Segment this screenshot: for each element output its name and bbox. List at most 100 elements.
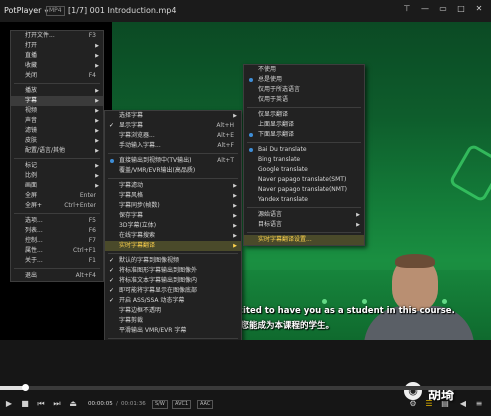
main-menu-item[interactable]: 控制... F7 xyxy=(11,236,103,246)
subtitle-menu-item[interactable]: ✓ 默认的字幕到图像视频 xyxy=(105,256,241,266)
main-menu-item[interactable]: 滤镜 ▶ xyxy=(11,126,103,136)
seek-handle[interactable] xyxy=(21,384,29,391)
subtitle-menu-item[interactable]: ✓ 显示字幕 Alt+H xyxy=(105,121,241,131)
subtitle-menu-item[interactable]: 覆盖/VMR/EVR输出(高品质) xyxy=(105,166,241,176)
translate-menu-item[interactable]: 实时字幕翻译设置... xyxy=(244,235,364,245)
translate-menu-item[interactable]: 上面显示翻译 xyxy=(244,120,364,130)
subtitle-menu-item[interactable]: ✓ 将标准文本字幕输出到图像内 xyxy=(105,276,241,286)
translate-menu-item-label: 总是使用 xyxy=(258,76,283,83)
translate-menu-item[interactable]: 仅用于所选语言 xyxy=(244,85,364,95)
main-menu-item[interactable]: 退出 Alt+F4 xyxy=(11,271,103,281)
main-menu-item[interactable]: 关闭 F4 xyxy=(11,71,103,81)
translate-menu-item[interactable]: Naver papago translate(SMT) xyxy=(244,175,364,185)
maximize-icon[interactable]: □ xyxy=(456,4,466,14)
subtitle-menu-item[interactable]: 平滑输出 VMR/EVR 字幕 xyxy=(105,326,241,336)
main-menu-item[interactable]: 直播 ▶ xyxy=(11,51,103,61)
volume-icon[interactable]: ◀ xyxy=(458,399,468,409)
audio-codec-tag[interactable]: AAC xyxy=(197,400,214,409)
translate-menu-item[interactable]: 总是使用 xyxy=(244,75,364,85)
subtitle-menu-item[interactable]: 直接输出到视频中(TV输出) Alt+T xyxy=(105,156,241,166)
main-menu-item[interactable]: 打开文件... F3 xyxy=(11,31,103,41)
shortcut-label: Ctrl+F1 xyxy=(73,247,96,254)
subtitle-menu-item[interactable]: 字幕边框不透明 xyxy=(105,306,241,316)
translate-menu-item[interactable]: Yandex translate xyxy=(244,195,364,205)
main-menu-item[interactable]: 画面 ▶ xyxy=(11,181,103,191)
translate-menu-item[interactable]: 不使用 xyxy=(244,65,364,75)
translate-menu-item-label: Naver papago translate(NMT) xyxy=(258,186,347,193)
translate-menu-item-label: 仅显示翻译 xyxy=(258,111,289,118)
subtitle-menu-item[interactable]: 字幕剪裁 xyxy=(105,316,241,326)
subtitle-menu-item[interactable]: 字幕同步(帧数) ▶ xyxy=(105,201,241,211)
translate-menu-item[interactable]: 下面显示翻译 xyxy=(244,130,364,140)
translate-menu-item[interactable]: Bai Du translate xyxy=(244,145,364,155)
translate-menu-item[interactable]: 源始语言 ▶ xyxy=(244,210,364,220)
subtitle-icon[interactable]: ▤ xyxy=(440,399,450,409)
translate-menu-item-label: 上面显示翻译 xyxy=(258,121,295,128)
subtitle-menu-item[interactable]: 在线字幕搜索 ▶ xyxy=(105,231,241,241)
subtitle-menu-item[interactable]: ✓ 将标准图形字幕输出到图像外 xyxy=(105,266,241,276)
eject-icon[interactable]: ⏏ xyxy=(68,399,78,409)
subtitle-menu-item-label: 显示字幕 xyxy=(119,122,144,129)
subtitle-menu-item-label: 开启 ASS/SSA 动态字幕 xyxy=(119,297,185,304)
previous-icon[interactable]: ⏮ xyxy=(36,399,46,409)
submenu-arrow-icon: ▶ xyxy=(95,118,99,124)
submenu-arrow-icon: ▶ xyxy=(95,173,99,179)
shortcut-label: F4 xyxy=(88,72,96,79)
main-menu-item-label: 收藏 xyxy=(25,62,38,69)
video-codec-tag[interactable]: AVC1 xyxy=(172,400,192,409)
main-menu-item[interactable]: 视频 ▶ xyxy=(11,106,103,116)
translate-menu-item[interactable]: Bing translate xyxy=(244,155,364,165)
seek-bar[interactable] xyxy=(0,384,491,391)
main-menu-item[interactable]: 关于... F1 xyxy=(11,256,103,266)
main-menu-item[interactable]: 列表... F6 xyxy=(11,226,103,236)
radio-dot-icon xyxy=(110,159,114,163)
translate-menu-item[interactable]: 仅用于英语 xyxy=(244,95,364,105)
main-menu-item[interactable]: 全屏+ Ctrl+Enter xyxy=(11,201,103,211)
settings-icon[interactable]: ⚙ xyxy=(408,399,418,409)
submenu-arrow-icon: ▶ xyxy=(95,108,99,114)
minimize-icon[interactable]: — xyxy=(420,4,430,14)
main-menu-item[interactable]: 字幕 ▶ xyxy=(11,96,103,106)
translate-menu-item-label: Yandex translate xyxy=(258,196,308,203)
playlist-icon[interactable]: ☰ xyxy=(424,399,434,409)
main-menu-item[interactable]: 选项... F5 xyxy=(11,216,103,226)
main-menu-item[interactable]: 打开 ▶ xyxy=(11,41,103,51)
main-menu-item-label: 皮肤 xyxy=(25,137,38,144)
main-menu-item[interactable]: 声音 ▶ xyxy=(11,116,103,126)
decoder-tag[interactable]: S/W xyxy=(152,400,168,409)
subtitle-menu-item[interactable]: 字幕滤动 ▶ xyxy=(105,181,241,191)
subtitle-menu-item[interactable]: 字幕风格 ▶ xyxy=(105,191,241,201)
stop-icon[interactable]: ■ xyxy=(20,399,30,409)
translate-menu-item[interactable]: Google translate xyxy=(244,165,364,175)
restore-icon[interactable]: ▭ xyxy=(438,4,448,14)
subtitle-menu-item[interactable]: 保存字幕 ▶ xyxy=(105,211,241,221)
play-icon[interactable]: ▶ xyxy=(4,399,14,409)
subtitle-menu-item[interactable]: ✓ 即可能将字幕显示在图像底部 xyxy=(105,286,241,296)
translate-menu-item[interactable]: 仅显示翻译 xyxy=(244,110,364,120)
main-menu-item[interactable]: 配置/语言/其他 ▶ xyxy=(11,146,103,156)
subtitle-menu-item[interactable]: 3D字幕(立体) ▶ xyxy=(105,221,241,231)
main-menu-item[interactable]: 收藏 ▶ xyxy=(11,61,103,71)
main-menu-item[interactable]: 播放 ▶ xyxy=(11,86,103,96)
main-menu-item[interactable]: 比例 ▶ xyxy=(11,171,103,181)
menu-separator xyxy=(247,207,361,208)
subtitle-menu-item[interactable]: ✓ 开启 ASS/SSA 动态字幕 xyxy=(105,296,241,306)
main-menu-item[interactable]: 属性... Ctrl+F1 xyxy=(11,246,103,256)
subtitle-menu-item[interactable]: 实时字幕翻译 ▶ xyxy=(105,241,241,251)
main-menu-item[interactable]: 标记 ▶ xyxy=(11,161,103,171)
subtitle-menu-item[interactable]: 手动输入字幕... Alt+F xyxy=(105,141,241,151)
subtitle-menu-item[interactable]: 字幕浏览器... Alt+E xyxy=(105,131,241,141)
subtitle-menu-item[interactable]: 选择字幕 ▶ xyxy=(105,111,241,121)
main-menu-item[interactable]: 皮肤 ▶ xyxy=(11,136,103,146)
main-menu-item[interactable]: 全屏 Enter xyxy=(11,191,103,201)
translate-menu-item[interactable]: Naver papago translate(NMT) xyxy=(244,185,364,195)
translate-menu-item[interactable]: 目标语言 ▶ xyxy=(244,220,364,230)
menu-icon[interactable]: ≡ xyxy=(474,399,484,409)
close-icon[interactable]: ✕ xyxy=(474,4,484,14)
submenu-arrow-icon: ▶ xyxy=(95,63,99,69)
app-menu-button[interactable]: PotPlayer ▼ xyxy=(4,6,48,15)
pin-icon[interactable]: ⊤ xyxy=(402,4,412,14)
subtitle-menu-item-label: 手动输入字幕... xyxy=(119,142,161,149)
next-icon[interactable]: ⏭ xyxy=(52,399,62,409)
shortcut-label: Alt+F4 xyxy=(75,272,96,279)
